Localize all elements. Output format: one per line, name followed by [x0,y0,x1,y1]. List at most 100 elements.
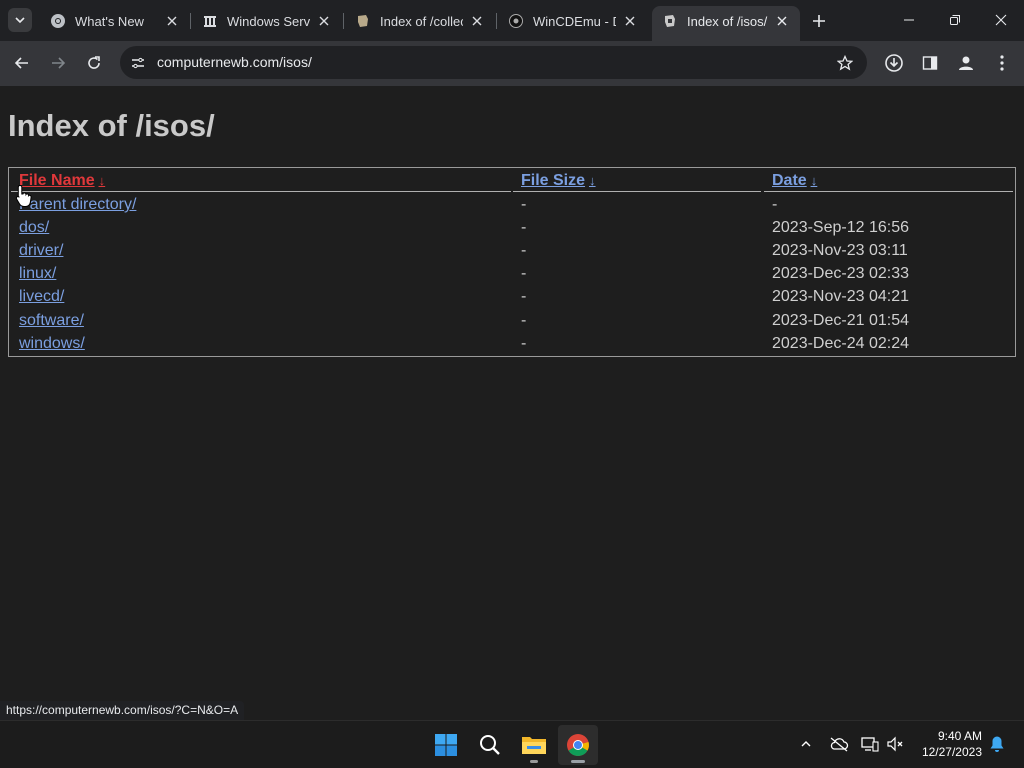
file-size: - [521,219,527,236]
maximize-button[interactable] [932,0,978,40]
file-link[interactable]: livecd/ [19,288,64,306]
side-panel-button[interactable] [918,51,942,75]
file-date: 2023-Nov-23 03:11 [772,242,908,259]
downloads-button[interactable] [882,51,906,75]
bookmark-star-icon[interactable] [835,53,855,73]
close-icon[interactable] [469,13,485,29]
notifications-button[interactable] [986,733,1008,755]
arrow-left-icon [14,57,28,69]
sort-arrow-icon: ↓ [810,173,818,188]
network-tray-button[interactable] [859,733,881,755]
bell-icon [990,736,1004,752]
url-text[interactable]: computernewb.com/isos/ [157,54,312,70]
file-link[interactable]: driver/ [19,242,63,260]
column-header-label: Date [772,172,807,189]
file-size: - [521,196,527,213]
file-size: - [521,335,527,352]
back-button[interactable] [8,49,36,77]
reload-button[interactable] [80,49,108,77]
tab-title: Index of /collec [380,13,463,29]
download-icon [885,54,903,72]
file-date: - [772,196,778,213]
table-row: Parent directory/ - - [9,196,1015,219]
onedrive-tray-button[interactable] [828,733,850,755]
chrome-taskbar-button[interactable] [558,725,598,765]
status-bar-url: https://computernewb.com/isos/?C=N&O=A [0,701,245,720]
volume-tray-button[interactable] [885,733,907,755]
tab-index-collection[interactable]: Index of /collec [345,6,495,36]
new-tab-button[interactable] [808,10,830,32]
table-row: livecd/ - 2023-Nov-23 04:21 [9,288,1015,311]
folder-icon [662,13,678,29]
tab-separator [343,13,344,29]
file-link[interactable]: windows/ [19,335,85,353]
table-row: driver/ - 2023-Nov-23 03:11 [9,242,1015,265]
file-date: 2023-Dec-23 02:33 [772,265,909,282]
column-header-file-size[interactable]: File Size ↓ [521,172,596,190]
close-window-button[interactable] [978,0,1024,40]
page-title: Index of /isos/ [8,108,215,143]
more-vertical-icon [1000,55,1004,71]
file-date: 2023-Sep-12 16:56 [772,219,909,236]
tab-search-button[interactable] [8,8,32,32]
chevron-down-icon [15,17,25,24]
file-date: 2023-Dec-24 02:24 [772,335,909,352]
table-row: dos/ - 2023-Sep-12 16:56 [9,219,1015,242]
file-link[interactable]: dos/ [19,219,49,237]
sort-arrow-icon: ↓ [98,173,106,188]
address-bar[interactable]: computernewb.com/isos/ [120,46,867,79]
site-settings-icon[interactable] [128,53,148,73]
file-size: - [521,265,527,282]
forward-button[interactable] [44,49,72,77]
taskbar-clock[interactable]: 9:40 AM 12/27/2023 [912,728,982,760]
show-hidden-icons-button[interactable] [795,733,817,755]
column-header-date[interactable]: Date ↓ [772,172,817,190]
tab-windows-server[interactable]: Windows Serve [192,6,342,36]
gear-icon [508,13,524,29]
running-indicator [571,760,585,763]
tab-title: Windows Serve [227,13,310,29]
running-indicator [530,760,538,763]
file-link[interactable]: software/ [19,312,84,330]
search-button[interactable] [470,725,510,765]
file-date: 2023-Nov-23 04:21 [772,288,909,305]
tab-separator [496,13,497,29]
clock-date: 12/27/2023 [921,745,982,759]
file-date: 2023-Dec-21 01:54 [772,312,909,329]
file-explorer-icon [522,737,546,754]
table-row: windows/ - 2023-Dec-24 02:24 [9,335,1015,358]
browser-toolbar: computernewb.com/isos/ [0,41,1024,86]
clock-time: 9:40 AM [937,729,982,743]
page-content: Index of /isos/ File Name ↓ File Size ↓ Da… [0,86,1024,720]
minimize-icon [904,19,914,21]
restore-icon [950,15,960,25]
browser-menu-button[interactable] [990,51,1014,75]
file-size: - [521,312,527,329]
header-divider [513,191,761,192]
taskbar: 9:40 AM 12/27/2023 [0,720,1024,768]
windows-logo-icon [435,734,457,756]
chrome-icon [50,13,66,29]
tab-wincdemu[interactable]: WinCDEmu - D [498,6,648,36]
file-explorer-button[interactable] [514,725,554,765]
file-listing-table: File Name ↓ File Size ↓ Date ↓ Parent direc… [8,167,1016,357]
table-row: software/ - 2023-Dec-21 01:54 [9,312,1015,335]
avatar-icon [959,56,973,70]
close-icon[interactable] [622,13,638,29]
chevron-up-icon [801,741,811,747]
tab-whats-new[interactable]: What's New [40,6,190,36]
file-size: - [521,288,527,305]
profile-button[interactable] [954,51,978,75]
start-button[interactable] [426,725,466,765]
close-icon[interactable] [774,13,790,29]
reload-icon [88,56,100,69]
column-header-label: File Size [521,172,586,189]
file-link[interactable]: linux/ [19,265,56,283]
table-row: linux/ - 2023-Dec-23 02:33 [9,265,1015,288]
minimize-button[interactable] [886,0,932,40]
tab-index-isos[interactable]: Index of /isos/ [652,6,800,41]
close-icon[interactable] [316,13,332,29]
file-link[interactable]: Parent directory/ [19,196,136,214]
close-icon[interactable] [164,13,180,29]
close-icon [995,14,1007,26]
